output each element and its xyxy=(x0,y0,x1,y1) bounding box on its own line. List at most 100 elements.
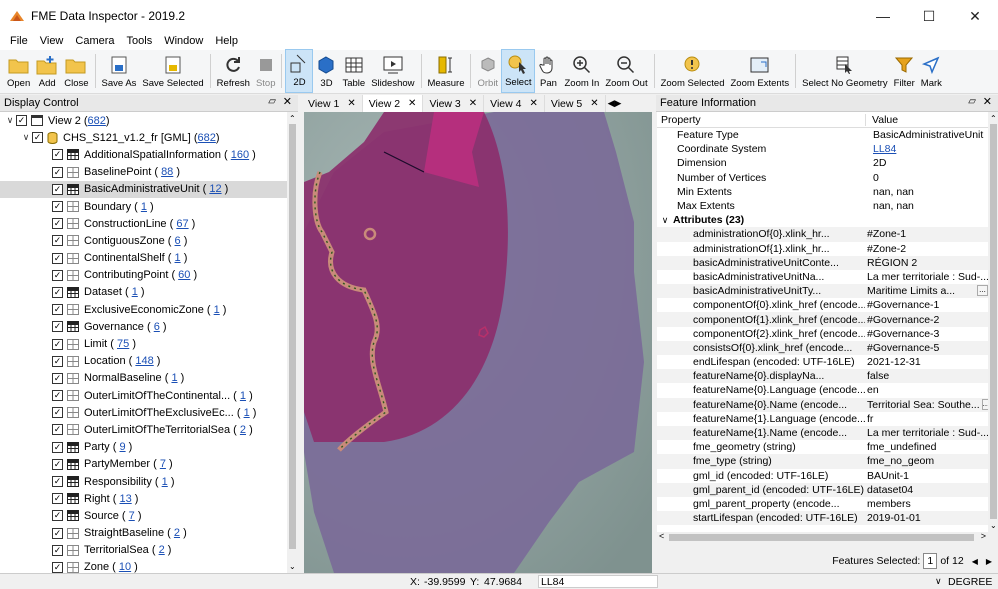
column-header-value[interactable]: Value xyxy=(865,113,988,126)
previous-feature-icon[interactable]: ◀ xyxy=(972,557,978,566)
menu-file[interactable]: File xyxy=(4,35,34,47)
zoom-extents-button[interactable]: Zoom Extents xyxy=(728,49,793,93)
checkbox[interactable]: ✓ xyxy=(52,458,63,470)
checkbox[interactable]: ✓ xyxy=(32,132,43,144)
attribute-row[interactable]: componentOf{0}.xlink_href (encode... #Gov… xyxy=(657,298,988,312)
scrollbar-thumb[interactable] xyxy=(990,124,997,519)
map-canvas[interactable] xyxy=(304,112,652,573)
tree-item[interactable]: ✓ Zone ( 10 ) xyxy=(0,559,287,573)
tab-view-4[interactable]: View 4 ✕ xyxy=(484,95,545,112)
table-row[interactable]: Coordinate System LL84 xyxy=(657,142,988,156)
add-button[interactable]: Add xyxy=(33,49,61,93)
float-panel-icon[interactable]: ▱ xyxy=(968,96,976,107)
checkbox[interactable]: ✓ xyxy=(52,286,63,298)
feature-info-hscrollbar[interactable]: < > xyxy=(657,531,988,543)
pan-button[interactable]: Pan xyxy=(535,49,561,93)
attribute-row[interactable]: featureName{1}.Language (encode... fr xyxy=(657,412,988,426)
value-cell[interactable]: LL84 xyxy=(865,143,988,155)
attribute-row[interactable]: componentOf{2}.xlink_href (encode... #Gov… xyxy=(657,327,988,341)
checkbox[interactable]: ✓ xyxy=(52,269,63,281)
tree-item[interactable]: ✓ Right ( 13 ) xyxy=(0,490,287,507)
stop-button[interactable]: Stop xyxy=(253,49,279,93)
tree-item[interactable]: ✓ OuterLimitOfTheExclusiveEc... ( 1 ) xyxy=(0,404,287,421)
measure-button[interactable]: Measure xyxy=(425,49,468,93)
scrollbar-thumb[interactable] xyxy=(289,124,296,549)
next-feature-icon[interactable]: ▶ xyxy=(986,557,992,566)
tab-view-5[interactable]: View 5 ✕ xyxy=(545,95,606,112)
checkbox[interactable]: ✓ xyxy=(52,321,63,333)
save-selected-button[interactable]: Save Selected xyxy=(139,49,206,93)
tree-item[interactable]: ✓ AdditionalSpatialInformation ( 160 ) xyxy=(0,146,287,163)
tree-item[interactable]: ✓ StraightBaseline ( 2 ) xyxy=(0,525,287,542)
save-as-button[interactable]: Save As xyxy=(99,49,140,93)
3d-button[interactable]: 3D xyxy=(313,49,339,93)
feature-count-link[interactable]: 682 xyxy=(88,115,106,127)
feature-info-scrollbar[interactable]: ⌃ ⌄ xyxy=(988,112,998,532)
chevron-left-icon[interactable]: ◀ xyxy=(608,98,615,109)
tree-item[interactable]: ✓ BasicAdministrativeUnit ( 12 ) xyxy=(0,180,287,198)
attribute-row[interactable]: basicAdministrativeUnitNa... La mer terri… xyxy=(657,270,988,284)
feature-count-link[interactable]: 10 xyxy=(119,561,131,573)
checkbox[interactable]: ✓ xyxy=(52,166,63,178)
table-button[interactable]: Table xyxy=(339,49,368,93)
tree-item[interactable]: ✓ OuterLimitOfTheTerritorialSea ( 2 ) xyxy=(0,421,287,438)
close-tab-icon[interactable]: ✕ xyxy=(347,98,355,109)
menu-window[interactable]: Window xyxy=(158,35,209,47)
checkbox[interactable]: ✓ xyxy=(52,476,63,488)
tree-item[interactable]: ✓ ConstructionLine ( 67 ) xyxy=(0,215,287,232)
tree-item[interactable]: ✓ ContiguousZone ( 6 ) xyxy=(0,232,287,249)
refresh-button[interactable]: Refresh xyxy=(214,49,253,93)
tab-scroll-arrows[interactable]: ◀ ▶ xyxy=(606,95,624,112)
feature-index-input[interactable]: 1 xyxy=(923,553,938,569)
orbit-button[interactable]: Orbit xyxy=(474,49,501,93)
attribute-row[interactable]: featureName{1}.Name (encode... La mer ter… xyxy=(657,425,988,441)
close-tab-icon[interactable]: ✕ xyxy=(529,98,537,109)
feature-count-link[interactable]: 60 xyxy=(178,269,190,281)
tree-item[interactable]: ✓ BaselinePoint ( 88 ) xyxy=(0,164,287,181)
tree-item[interactable]: ✓ NormalBaseline ( 1 ) xyxy=(0,370,287,387)
chevron-down-icon[interactable]: ∨ xyxy=(4,115,16,126)
zoom-selected-button[interactable]: Zoom Selected xyxy=(658,49,728,93)
tree-item[interactable]: ✓ Boundary ( 1 ) xyxy=(0,198,287,215)
checkbox[interactable]: ✓ xyxy=(52,252,63,264)
attribute-row[interactable]: startLifespan (encoded: UTF-16LE) 2019-01… xyxy=(657,511,988,526)
menu-help[interactable]: Help xyxy=(209,35,244,47)
close-panel-icon[interactable]: ✕ xyxy=(283,95,292,108)
zoom-out-button[interactable]: Zoom Out xyxy=(602,49,650,93)
attribute-row[interactable]: featureName{0}.Language (encode... en xyxy=(657,383,988,397)
tree-item[interactable]: ✓ ExclusiveEconomicZone ( 1 ) xyxy=(0,301,287,318)
menu-tools[interactable]: Tools xyxy=(121,35,159,47)
checkbox[interactable]: ✓ xyxy=(52,201,63,213)
attribute-row[interactable]: fme_geometry (string) fme_undefined xyxy=(657,440,988,454)
tree-item[interactable]: ✓ ContributingPoint ( 60 ) xyxy=(0,267,287,284)
menu-view[interactable]: View xyxy=(34,35,70,47)
slideshow-button[interactable]: Slideshow xyxy=(368,49,417,93)
menu-camera[interactable]: Camera xyxy=(69,35,120,47)
open-button[interactable]: Open xyxy=(4,49,33,93)
close-tab-icon[interactable]: ✕ xyxy=(590,98,598,109)
checkbox[interactable]: ✓ xyxy=(52,441,63,453)
zoom-in-button[interactable]: Zoom In xyxy=(561,49,602,93)
tree-scrollbar[interactable]: ⌃ ⌄ xyxy=(287,112,298,573)
checkbox[interactable]: ✓ xyxy=(52,510,63,522)
attribute-row[interactable]: administrationOf{1}.xlink_hr... #Zone-2 xyxy=(657,242,988,256)
tree-item[interactable]: ✓ PartyMember ( 7 ) xyxy=(0,456,287,473)
feature-count-link[interactable]: 67 xyxy=(176,218,188,230)
tree-item[interactable]: ✓ OuterLimitOfTheContinental... ( 1 ) xyxy=(0,387,287,404)
select-button[interactable]: Select xyxy=(501,49,536,93)
scroll-right-icon[interactable]: > xyxy=(981,531,986,541)
attribute-row[interactable]: basicAdministrativeUnitConte... RÉGION 2 xyxy=(657,255,988,270)
feature-count-link[interactable]: 160 xyxy=(231,149,249,161)
tab-view-2[interactable]: View 2 ✕ xyxy=(362,95,424,112)
2d-button[interactable]: 2D xyxy=(285,49,314,93)
tree-item[interactable]: ✓ Source ( 7 ) xyxy=(0,507,287,524)
feature-count-link[interactable]: 682 xyxy=(198,132,216,144)
attributes-group-header[interactable]: ∨ Attributes (23) xyxy=(657,213,988,227)
attribute-row[interactable]: featureName{0}.Name (encode... Territoria… xyxy=(657,397,988,412)
coordinate-system-field[interactable]: LL84 xyxy=(538,575,658,588)
scroll-up-icon[interactable]: ⌃ xyxy=(990,114,997,123)
tree-item[interactable]: ✓ TerritorialSea ( 2 ) xyxy=(0,542,287,559)
select-no-geometry-button[interactable]: Select No Geometry xyxy=(799,49,891,93)
checkbox[interactable]: ✓ xyxy=(52,561,63,573)
tree-item[interactable]: ✓ Limit ( 75 ) xyxy=(0,335,287,352)
